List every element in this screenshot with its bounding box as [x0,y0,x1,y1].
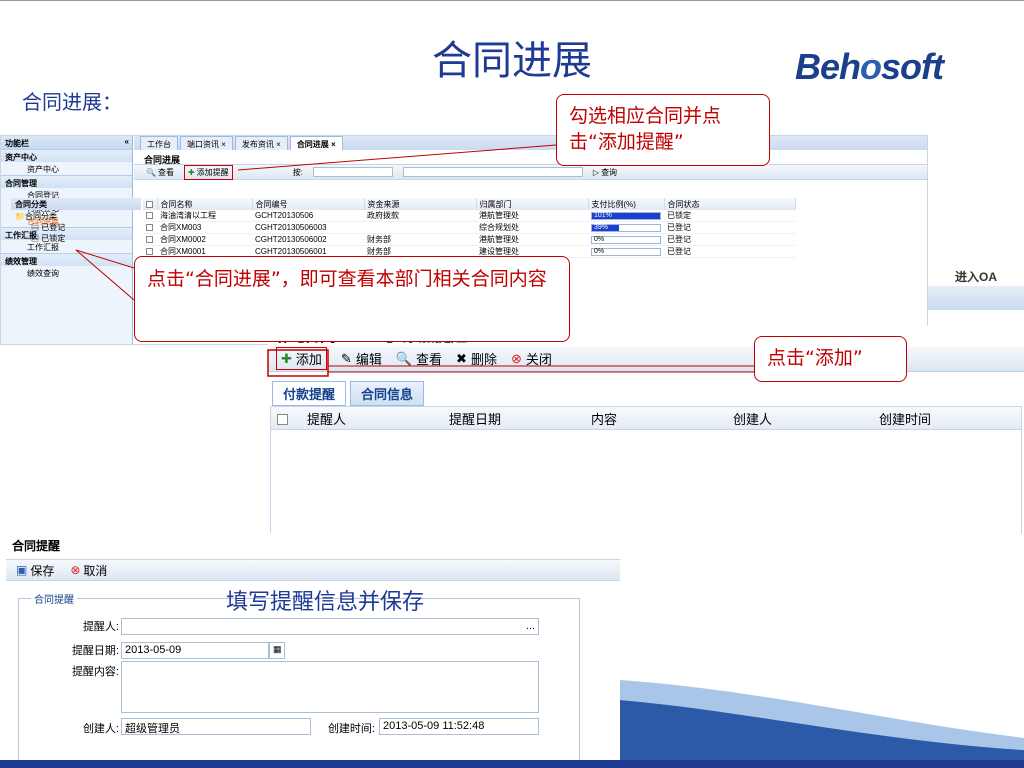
decorative-wave [620,680,1024,768]
bottom-bar [0,760,1024,768]
callout-connectors [75,144,754,377]
